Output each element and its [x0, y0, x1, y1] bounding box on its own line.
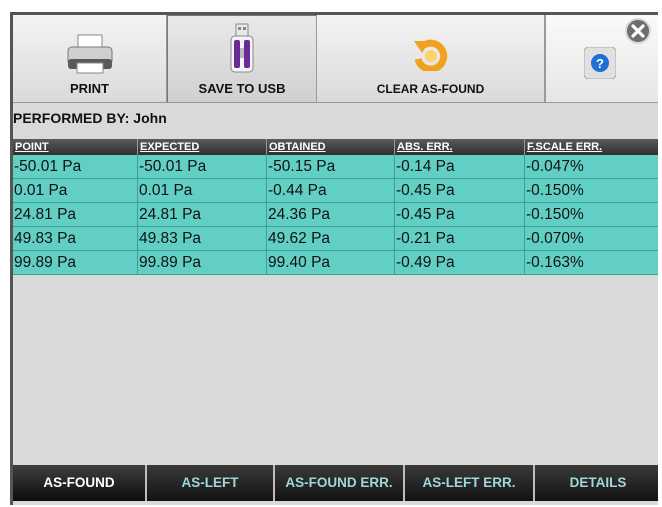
- bottom-tab-bar: AS-FOUND AS-LEFT AS-FOUND ERR. AS-LEFT E…: [13, 465, 658, 501]
- clear-as-found-label: CLEAR AS-FOUND: [376, 82, 485, 96]
- column-header-fscale-err: F.SCALE ERR.: [525, 139, 658, 155]
- table-cell: -50.01 Pa: [138, 155, 267, 178]
- clear-arrow-icon: [412, 37, 450, 76]
- table-cell: 24.36 Pa: [267, 203, 395, 226]
- tab-as-left[interactable]: AS-LEFT: [147, 465, 275, 501]
- table-cell: -0.150%: [525, 179, 658, 202]
- table-cell: 24.81 Pa: [138, 203, 267, 226]
- column-header-expected: EXPECTED: [138, 139, 267, 155]
- table-cell: -0.45 Pa: [395, 203, 525, 226]
- tab-as-left-err[interactable]: AS-LEFT ERR.: [405, 465, 535, 501]
- save-to-usb-button[interactable]: SAVE TO USB: [167, 15, 317, 103]
- table-cell: -50.15 Pa: [267, 155, 395, 178]
- column-header-abs-err: ABS. ERR.: [395, 139, 525, 155]
- table-cell: -0.14 Pa: [395, 155, 525, 178]
- table-cell: -0.150%: [525, 203, 658, 226]
- usb-drive-icon: [227, 22, 257, 79]
- table-row: 24.81 Pa 24.81 Pa 24.36 Pa -0.45 Pa -0.1…: [13, 203, 658, 227]
- results-window: PRINT SAVE TO USB CLEAR AS-FOUND ? PERFO…: [10, 12, 658, 505]
- print-label: PRINT: [70, 81, 109, 96]
- print-button[interactable]: PRINT: [13, 15, 167, 103]
- table-cell: 49.83 Pa: [138, 227, 267, 250]
- table-cell: 49.62 Pa: [267, 227, 395, 250]
- table-cell: 0.01 Pa: [138, 179, 267, 202]
- table-cell: -0.163%: [525, 251, 658, 274]
- tab-details[interactable]: DETAILS: [535, 465, 658, 501]
- tab-as-found-err[interactable]: AS-FOUND ERR.: [275, 465, 405, 501]
- table-cell: 99.40 Pa: [267, 251, 395, 274]
- toolbar: PRINT SAVE TO USB CLEAR AS-FOUND ?: [13, 15, 658, 107]
- table-cell: -0.44 Pa: [267, 179, 395, 202]
- table-cell: 99.89 Pa: [13, 251, 138, 274]
- clear-as-found-button[interactable]: CLEAR AS-FOUND: [317, 15, 545, 103]
- performed-by-label: PERFORMED BY: John: [13, 110, 167, 126]
- table-cell: -0.21 Pa: [395, 227, 525, 250]
- table-cell: 49.83 Pa: [13, 227, 138, 250]
- close-icon: [625, 18, 651, 44]
- column-header-obtained: OBTAINED: [267, 139, 395, 155]
- table-cell: 0.01 Pa: [13, 179, 138, 202]
- table-row: 49.83 Pa 49.83 Pa 49.62 Pa -0.21 Pa -0.0…: [13, 227, 658, 251]
- tab-as-found[interactable]: AS-FOUND: [13, 465, 147, 501]
- table-cell: -50.01 Pa: [13, 155, 138, 178]
- table-row: 99.89 Pa 99.89 Pa 99.40 Pa -0.49 Pa -0.1…: [13, 251, 658, 275]
- table-header: POINT EXPECTED OBTAINED ABS. ERR. F.SCAL…: [13, 139, 658, 155]
- table-cell: 24.81 Pa: [13, 203, 138, 226]
- svg-text:?: ?: [596, 56, 604, 71]
- table-cell: -0.070%: [525, 227, 658, 250]
- table-row: -50.01 Pa -50.01 Pa -50.15 Pa -0.14 Pa -…: [13, 155, 658, 179]
- table-cell: -0.047%: [525, 155, 658, 178]
- table-row: 0.01 Pa 0.01 Pa -0.44 Pa -0.45 Pa -0.150…: [13, 179, 658, 203]
- column-header-point: POINT: [13, 139, 138, 155]
- help-icon: ?: [583, 46, 617, 84]
- save-to-usb-label: SAVE TO USB: [198, 81, 286, 96]
- table-cell: -0.49 Pa: [395, 251, 525, 274]
- table-cell: 99.89 Pa: [138, 251, 267, 274]
- close-button[interactable]: [624, 17, 652, 45]
- table-cell: -0.45 Pa: [395, 179, 525, 202]
- printer-icon: [65, 33, 115, 82]
- results-table: POINT EXPECTED OBTAINED ABS. ERR. F.SCAL…: [13, 139, 658, 275]
